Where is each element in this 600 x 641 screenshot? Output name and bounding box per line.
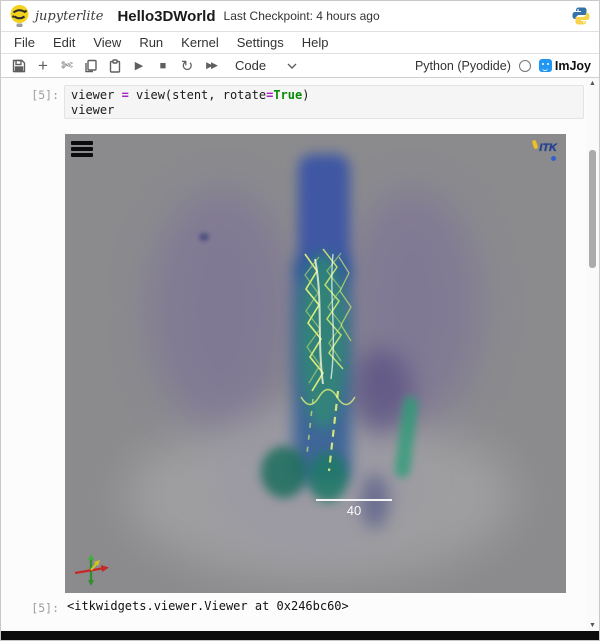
viewer-menu-icon[interactable] bbox=[71, 141, 93, 157]
code-line-1: viewer = view(stent, rotate=True) bbox=[71, 88, 577, 103]
scale-bar-label: 40 bbox=[316, 503, 392, 518]
menu-view[interactable]: View bbox=[84, 33, 130, 52]
menu-kernel[interactable]: Kernel bbox=[172, 33, 228, 52]
volume-left-haze bbox=[149, 189, 294, 429]
scrollbar-thumb[interactable] bbox=[589, 150, 596, 268]
output-row: [5]: <itkwidgets.viewer.Viewer at 0x246b… bbox=[1, 599, 599, 615]
jupyterlite-logo[interactable]: jupyterlite bbox=[9, 4, 103, 28]
notebook-area: [5]: viewer = view(stent, rotate=True) v… bbox=[1, 78, 599, 631]
imjoy-icon bbox=[539, 59, 552, 72]
imjoy-button[interactable]: ImJoy bbox=[539, 59, 591, 73]
vertical-scrollbar: ▲ ▼ bbox=[586, 78, 599, 631]
menu-edit[interactable]: Edit bbox=[44, 33, 84, 52]
copy-cell-icon[interactable] bbox=[81, 56, 101, 76]
itk-logo-dot bbox=[551, 156, 556, 161]
kernel-name[interactable]: Python (Pyodide) bbox=[415, 59, 511, 73]
chevron-down-icon[interactable] bbox=[286, 57, 298, 75]
viewer-repr-text: <itkwidgets.viewer.Viewer at 0x246bc60> bbox=[67, 599, 349, 613]
save-icon[interactable] bbox=[9, 56, 29, 76]
paste-cell-icon[interactable] bbox=[105, 56, 125, 76]
run-cell-icon[interactable]: ▶ bbox=[129, 56, 149, 76]
output-prompt: [5]: bbox=[1, 601, 59, 615]
add-cell-icon[interactable]: + bbox=[33, 56, 53, 76]
menu-bar: File Edit View Run Kernel Settings Help bbox=[1, 32, 599, 54]
imjoy-label: ImJoy bbox=[555, 59, 591, 73]
menu-run[interactable]: Run bbox=[130, 33, 172, 52]
menu-help[interactable]: Help bbox=[293, 33, 338, 52]
menu-file[interactable]: File bbox=[5, 33, 44, 52]
run-all-icon[interactable]: ▶▶ bbox=[201, 56, 221, 76]
scroll-up-icon[interactable]: ▲ bbox=[588, 80, 597, 87]
jupyterlite-window: jupyterlite Hello3DWorld Last Checkpoint… bbox=[0, 0, 600, 641]
checkpoint-status: Last Checkpoint: 4 hours ago bbox=[224, 9, 380, 23]
jupyterlite-bulb-icon bbox=[9, 4, 30, 28]
itk-logo-text: ITK bbox=[539, 142, 557, 154]
notebook-title[interactable]: Hello3DWorld bbox=[117, 8, 215, 25]
small-dark-nodule bbox=[199, 233, 209, 241]
itk-logo-figure bbox=[532, 140, 539, 150]
stent-wire-mesh bbox=[293, 239, 363, 474]
restart-kernel-icon[interactable]: ↻ bbox=[177, 56, 197, 76]
input-prompt: [5]: bbox=[1, 88, 59, 102]
kernel-status-icon bbox=[519, 60, 531, 72]
cell-type-dropdown[interactable]: Code bbox=[235, 58, 266, 73]
scale-bar: 40 bbox=[316, 499, 392, 518]
bottom-status-bar bbox=[1, 631, 599, 640]
code-line-2: viewer bbox=[71, 103, 577, 118]
orientation-axes-widget[interactable] bbox=[72, 553, 112, 587]
jupyterlite-logo-text: jupyterlite bbox=[35, 9, 103, 24]
notebook-header: jupyterlite Hello3DWorld Last Checkpoint… bbox=[1, 1, 599, 32]
scale-bar-line bbox=[316, 499, 392, 501]
python-logo-icon bbox=[571, 6, 591, 26]
cut-cell-icon[interactable]: ✄ bbox=[57, 56, 77, 76]
code-cell-editor[interactable]: viewer = view(stent, rotate=True) viewer bbox=[64, 85, 584, 119]
itk-3d-viewer-canvas[interactable]: ITK 40 bbox=[65, 134, 566, 593]
scroll-down-icon[interactable]: ▼ bbox=[588, 622, 597, 629]
notebook-toolbar: + ✄ ▶ ■ ↻ ▶▶ Code Python (Pyodide) ImJoy bbox=[1, 54, 599, 78]
menu-settings[interactable]: Settings bbox=[228, 33, 293, 52]
itk-logo[interactable]: ITK bbox=[539, 138, 557, 156]
stop-kernel-icon[interactable]: ■ bbox=[153, 56, 173, 76]
